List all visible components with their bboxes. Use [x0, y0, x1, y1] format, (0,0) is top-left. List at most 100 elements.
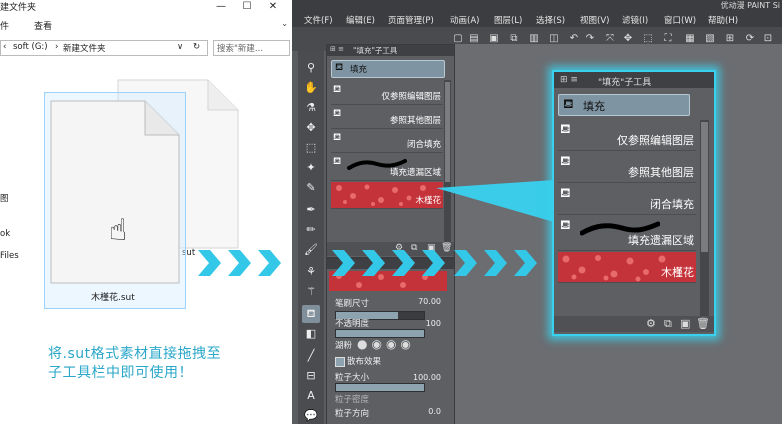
zoom-tool-icon[interactable]: ⚲: [302, 59, 320, 77]
chevron-down-icon[interactable]: ⌄: [281, 19, 288, 28]
brush-bucket-icon: ⛾: [560, 218, 571, 233]
copy-subtool-icon[interactable]: ⧉: [664, 317, 672, 331]
trash-icon[interactable]: 🗑: [696, 317, 710, 330]
file-explorer-window: 建文件夹 — ☐ ✕ 件 查看 ⌄ ‹ soft (G:) › 新建文件夹 ∨ …: [0, 0, 292, 424]
search-placeholder: 搜索"新建...: [217, 44, 264, 54]
tool-property-panel: 笔刷尺寸 70.00 不透明度 100 湖粉 ●◉◉◉ 散布效果 粒子大小 10…: [326, 258, 455, 424]
address-bar[interactable]: ‹ soft (G:) › 新建文件夹 ∨ ↻: [0, 40, 208, 56]
line-tool-icon[interactable]: ╱: [302, 347, 320, 365]
pen-tool-icon[interactable]: ✒: [302, 201, 320, 219]
subtool-item[interactable]: ⛾ 闭合填充: [331, 130, 443, 153]
file-item-selected[interactable]: ☝ 木槿花.sut: [44, 92, 186, 309]
subtool-tab[interactable]: "填充"子工具: [598, 75, 651, 88]
subtool-item[interactable]: ⛾ 填充遗漏区域: [558, 216, 696, 251]
fill-bucket-icon: ⛾: [335, 62, 344, 73]
subtool-group-fill[interactable]: ⛾ 填充: [331, 60, 445, 78]
particle-size-label: 粒子大小: [335, 373, 370, 383]
chevron-right-icon: [454, 250, 477, 276]
sidebar-item-files[interactable]: Files: [0, 251, 19, 261]
subtool-group-fill[interactable]: ⛾ 填充: [558, 94, 690, 116]
document-icon: [50, 100, 180, 284]
airbrush-tool-icon[interactable]: ⚘: [302, 263, 320, 281]
frame-tool-icon[interactable]: ⊟: [302, 367, 320, 385]
caption-line-1: 将.sut格式素材直接拖拽至: [48, 346, 222, 362]
subtool-item[interactable]: ⛾ 填充遗漏区域: [331, 154, 443, 181]
menu-help[interactable]: 帮助(H): [708, 14, 738, 26]
new-subtool-icon[interactable]: ▣: [680, 317, 690, 330]
menu-layer[interactable]: 图层(L): [494, 14, 522, 26]
explorer-menu: 件 查看 ⌄: [0, 16, 292, 32]
fill-bucket-icon: ⛾: [560, 154, 571, 169]
brush-tip-icon[interactable]: ●◉◉◉: [357, 337, 415, 351]
gradient-tool-icon[interactable]: ◧: [302, 325, 320, 343]
hand-tool-icon[interactable]: ✋: [302, 79, 320, 97]
sidebar-item-pictures[interactable]: 图: [0, 192, 9, 204]
settings-icon[interactable]: ⚙: [646, 317, 656, 330]
panel-menu-icon[interactable]: ⊞ ≡: [560, 75, 578, 85]
particle-direction-value[interactable]: 0.0: [407, 407, 441, 416]
subtool-item[interactable]: ⛾ 参照其他图层: [331, 106, 443, 129]
brush-tool-icon[interactable]: 🖌: [302, 241, 320, 259]
minimize-button[interactable]: —: [210, 0, 232, 13]
subtool-item[interactable]: ⛾ 闭合填充: [558, 184, 696, 215]
opacity-value[interactable]: 100: [413, 319, 441, 328]
address-drive[interactable]: soft (G:): [13, 42, 48, 52]
subtool-label: 参照其他图层: [389, 116, 441, 126]
particle-size-value[interactable]: 100.00: [407, 373, 441, 382]
menu-page[interactable]: 页面管理(P): [388, 14, 434, 26]
menu-view[interactable]: 视图(V): [580, 14, 609, 26]
move-tool-icon[interactable]: ✥: [302, 119, 320, 137]
blend-tool-icon[interactable]: ⚚: [302, 283, 320, 301]
subtool-label: 参照其他图层: [628, 166, 694, 179]
address-back-icon[interactable]: ‹: [3, 42, 6, 52]
menu-view[interactable]: 查看: [34, 19, 52, 32]
fill-tool-icon[interactable]: ⛾: [302, 305, 320, 323]
dropper-tool-icon[interactable]: ⚗: [302, 99, 320, 117]
scrollbar-thumb[interactable]: [701, 122, 708, 252]
chevron-right-icon: [332, 250, 355, 276]
menu-file[interactable]: 件: [0, 19, 9, 32]
text-tool-icon[interactable]: A: [302, 387, 320, 405]
explorer-titlebar: 建文件夹 — ☐ ✕: [0, 0, 292, 14]
wand-tool-icon[interactable]: ✦: [302, 159, 320, 177]
maximize-button[interactable]: ☐: [236, 0, 258, 13]
subtool-item[interactable]: ⛾ 仅参照编辑图层: [558, 120, 696, 151]
pencil-tool-icon[interactable]: ✏: [302, 221, 320, 239]
address-folder[interactable]: 新建文件夹: [63, 42, 106, 54]
menu-animation[interactable]: 动画(A): [450, 14, 479, 26]
subtool-tabbar: ⊞ ≡ "填充"子工具: [554, 72, 714, 88]
fill-bucket-icon: ⛾: [333, 132, 342, 143]
subtool-tab[interactable]: "填充"子工具: [353, 45, 397, 56]
panel-menu-icon[interactable]: ⊞ ≡: [330, 45, 344, 53]
sidebar-item-ok[interactable]: ok: [0, 229, 10, 239]
eyedropper-tool-icon[interactable]: ✎: [302, 179, 320, 197]
subtool-item-selected[interactable]: 木槿花: [331, 182, 443, 209]
subtool-group-label: 填充: [350, 65, 368, 75]
address-dropdown-icon[interactable]: ∨: [177, 42, 183, 52]
subtool-label: 填充遗漏区域: [628, 234, 694, 247]
subtool-label: 仅参照编辑图层: [381, 92, 441, 102]
particle-size-slider[interactable]: [335, 383, 425, 392]
subtool-scrollbar[interactable]: [700, 120, 709, 316]
subtool-label: 木槿花: [661, 266, 694, 279]
menu-edit[interactable]: 编辑(E): [346, 14, 375, 26]
refresh-icon[interactable]: ↻: [193, 42, 200, 52]
scatter-checkbox[interactable]: [335, 357, 345, 367]
fill-bucket-icon: ⛾: [333, 84, 342, 95]
menu-filter[interactable]: 滤镜(I): [622, 14, 648, 26]
menu-window[interactable]: 窗口(W): [664, 14, 696, 26]
subtool-panel-zoomed: ⊞ ≡ "填充"子工具 ⛾ 填充 ⛾ 仅参照编辑图层 ⛾ 参照其他图层 ⛾ 闭合填充 …: [552, 70, 716, 336]
brush-size-value[interactable]: 70.00: [413, 297, 441, 306]
balloon-tool-icon[interactable]: 💬: [302, 407, 320, 424]
subtool-item[interactable]: ⛾ 参照其他图层: [558, 152, 696, 183]
subtool-item[interactable]: ⛾ 仅参照编辑图层: [331, 82, 443, 105]
scrollbar-thumb[interactable]: [445, 82, 450, 182]
close-button[interactable]: ✕: [262, 0, 284, 13]
fill-bucket-icon: ⛾: [333, 108, 342, 119]
menu-file[interactable]: 文件(F): [304, 14, 333, 26]
subtool-panel: ⊞ ≡ "填充"子工具 ⛾ 填充 ⛾ 仅参照编辑图层 ⛾ 参照其他图层 ⛾ 闭合填充 …: [326, 44, 455, 258]
menu-select[interactable]: 选择(S): [536, 14, 565, 26]
search-input[interactable]: 搜索"新建...: [213, 40, 290, 56]
subtool-item-selected[interactable]: 木槿花: [558, 252, 696, 283]
select-tool-icon[interactable]: ⬚: [302, 139, 320, 157]
